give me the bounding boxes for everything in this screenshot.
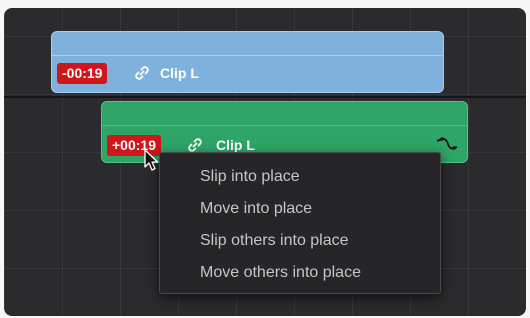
timeline-panel: -00:19 Clip L +00:19 Clip L Slip into pl… [4, 8, 526, 316]
link-icon [188, 138, 202, 152]
curve-icon[interactable] [436, 136, 458, 152]
offset-badge-top: -00:19 [57, 63, 108, 84]
menu-item-slip-into-place[interactable]: Slip into place [160, 161, 440, 193]
menu-item-move-into-place[interactable]: Move into place [160, 193, 440, 225]
menu-item-move-others-into-place[interactable]: Move others into place [160, 257, 440, 289]
clip-header-line [52, 55, 443, 56]
clip-header-line [102, 125, 467, 126]
timeline-clip-top[interactable]: -00:19 Clip L [51, 31, 444, 93]
context-menu: Slip into place Move into place Slip oth… [159, 152, 441, 294]
menu-item-slip-others-into-place[interactable]: Slip others into place [160, 225, 440, 257]
clip-name-top: Clip L [160, 65, 199, 81]
link-icon [135, 66, 149, 80]
track-divider [4, 96, 526, 98]
mouse-cursor-icon [144, 149, 159, 171]
